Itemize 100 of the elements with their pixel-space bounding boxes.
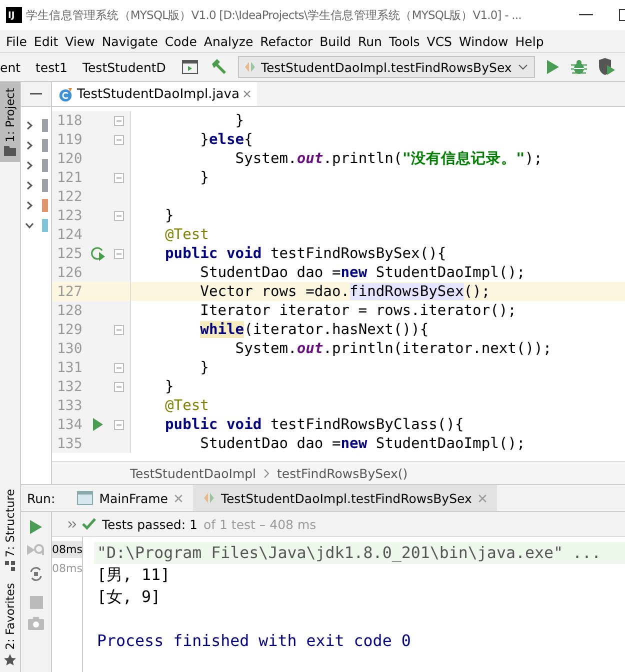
nav-crumb[interactable]: ent xyxy=(0,60,21,74)
run-config-dropdown[interactable]: TestStudentDaoImpl.testFindRowsBySex xyxy=(238,56,535,78)
menu-item[interactable]: Run xyxy=(356,34,387,48)
console-line: Process finished with exit code 0 xyxy=(97,631,411,650)
line-number: 134 xyxy=(56,416,84,432)
editor-tab[interactable]: TestStudentDaoImpl.java xyxy=(52,82,258,106)
tool-window-tab[interactable]: 2: Favorites xyxy=(0,577,20,672)
line-number: 127 xyxy=(56,284,84,300)
line-number: 118 xyxy=(56,112,84,128)
window-icon xyxy=(77,491,94,505)
maximize-icon[interactable] xyxy=(619,9,625,21)
run-icon[interactable] xyxy=(93,418,103,431)
menu-item[interactable]: Analyze xyxy=(202,34,258,48)
code-line: } xyxy=(199,358,209,377)
camera-icon[interactable] xyxy=(28,617,44,630)
menu-item[interactable]: Build xyxy=(318,34,356,48)
minimize-icon[interactable] xyxy=(579,14,593,16)
line-number: 131 xyxy=(56,360,84,376)
code-line: public void testFindRowsByClass(){ xyxy=(165,415,464,434)
rerun-icon[interactable] xyxy=(90,246,106,261)
line-number: 120 xyxy=(56,150,84,166)
fold-marker-icon[interactable] xyxy=(114,210,124,220)
toggle-icon[interactable] xyxy=(28,566,44,582)
project-tool-tab[interactable]: 1: Project xyxy=(0,82,20,162)
run-tab[interactable]: TestStudentDaoImpl.testFindRowsBySex xyxy=(192,485,497,511)
test-summary-text: of 1 test – 408 ms xyxy=(203,516,316,532)
menu-item[interactable]: View xyxy=(63,34,100,48)
menu-item[interactable]: Help xyxy=(513,34,549,48)
app-logo: IJ xyxy=(6,7,22,23)
run-panel-label: Run: xyxy=(26,490,56,508)
nav-crumb[interactable]: test1 xyxy=(36,60,68,74)
line-number: 126 xyxy=(56,264,84,280)
test-duration[interactable]: 08ms xyxy=(52,541,82,558)
fold-marker-icon[interactable] xyxy=(114,324,124,334)
fold-marker-icon[interactable] xyxy=(114,382,124,392)
menu-item[interactable]: Window xyxy=(456,34,514,48)
fold-marker-icon[interactable] xyxy=(114,134,124,144)
code-line: System.out.println("没有信息记录。"); xyxy=(234,149,542,168)
chevron-icon[interactable] xyxy=(25,220,34,230)
bug-icon[interactable] xyxy=(570,59,587,75)
layout-icon[interactable] xyxy=(182,60,198,74)
fold-marker-icon[interactable] xyxy=(114,116,124,126)
chevron-icon[interactable] xyxy=(25,160,34,170)
menu-item[interactable]: Tools xyxy=(386,34,425,48)
chevron-icon[interactable] xyxy=(25,200,34,210)
fold-marker-icon[interactable] xyxy=(114,248,124,258)
code-line: }else{ xyxy=(199,130,253,149)
test-config-icon xyxy=(202,492,215,504)
menu-item[interactable]: Refactor xyxy=(258,34,318,48)
line-number: 133 xyxy=(56,398,84,414)
close-icon[interactable] xyxy=(478,494,487,502)
caret-icon xyxy=(518,64,528,70)
line-number: 122 xyxy=(56,188,84,204)
console-line: [男, 11] xyxy=(97,565,170,584)
code-line: @Test xyxy=(165,396,209,415)
chevron-icon[interactable] xyxy=(25,140,34,150)
breadcrumb-item[interactable]: testFindRowsBySex() xyxy=(277,466,408,480)
menu-item[interactable]: VCS xyxy=(424,34,457,48)
rerun-failed-icon[interactable] xyxy=(27,542,45,558)
close-icon[interactable] xyxy=(243,90,252,98)
tool-window-tab[interactable]: 7: Structure xyxy=(0,482,20,578)
line-number: 121 xyxy=(56,170,84,186)
run-icon[interactable] xyxy=(546,59,560,75)
tests-passed-text: Tests passed: 1 xyxy=(102,516,198,532)
code-line: } xyxy=(165,377,174,396)
line-number: 130 xyxy=(56,340,84,356)
code-line: } xyxy=(199,168,209,187)
code-line: StudentDao dao =new StudentDaoImpl(); xyxy=(199,434,526,453)
expand-icon[interactable] xyxy=(68,520,76,528)
code-line: while(iterator.hasNext()){ xyxy=(199,320,429,339)
close-icon[interactable] xyxy=(174,494,183,502)
fold-marker-icon[interactable] xyxy=(114,172,124,182)
line-number: 128 xyxy=(56,302,84,318)
line-number: 123 xyxy=(56,208,84,224)
run-icon[interactable] xyxy=(30,520,42,534)
line-number: 132 xyxy=(56,378,84,394)
class-icon xyxy=(58,86,73,102)
stop-icon[interactable] xyxy=(30,596,42,609)
chevron-icon[interactable] xyxy=(25,180,34,190)
code-line: Vector rows =dao.findRowsBySex(); xyxy=(199,282,490,301)
menu-item[interactable]: File xyxy=(4,34,32,48)
run-tab[interactable]: MainFrame xyxy=(67,485,193,511)
menu-item[interactable]: Edit xyxy=(32,34,64,48)
console-line: "D:\Program Files\Java\jdk1.8.0_201\bin\java.exe" ... xyxy=(97,543,602,562)
menu-item[interactable]: Navigate xyxy=(100,34,163,48)
breadcrumb-item[interactable]: TestStudentDaoImpl xyxy=(130,466,256,480)
line-number: 119 xyxy=(56,132,84,148)
chevron-icon[interactable] xyxy=(25,120,34,130)
code-line: StudentDao dao =new StudentDaoImpl(); xyxy=(199,263,526,282)
fold-marker-icon[interactable] xyxy=(114,420,124,430)
code-line: } xyxy=(234,111,244,130)
chevron-icon xyxy=(264,468,270,478)
menu-item[interactable]: Code xyxy=(162,34,202,48)
folder-icon xyxy=(4,146,16,156)
fold-marker-icon[interactable] xyxy=(114,362,124,372)
structure-icon xyxy=(5,561,15,572)
nav-crumb[interactable]: TestStudentD xyxy=(82,60,166,74)
coverage-icon[interactable] xyxy=(598,58,616,76)
console-line: [女, 9] xyxy=(97,587,161,606)
code-line: Iterator iterator = rows.iterator(); xyxy=(199,301,516,320)
